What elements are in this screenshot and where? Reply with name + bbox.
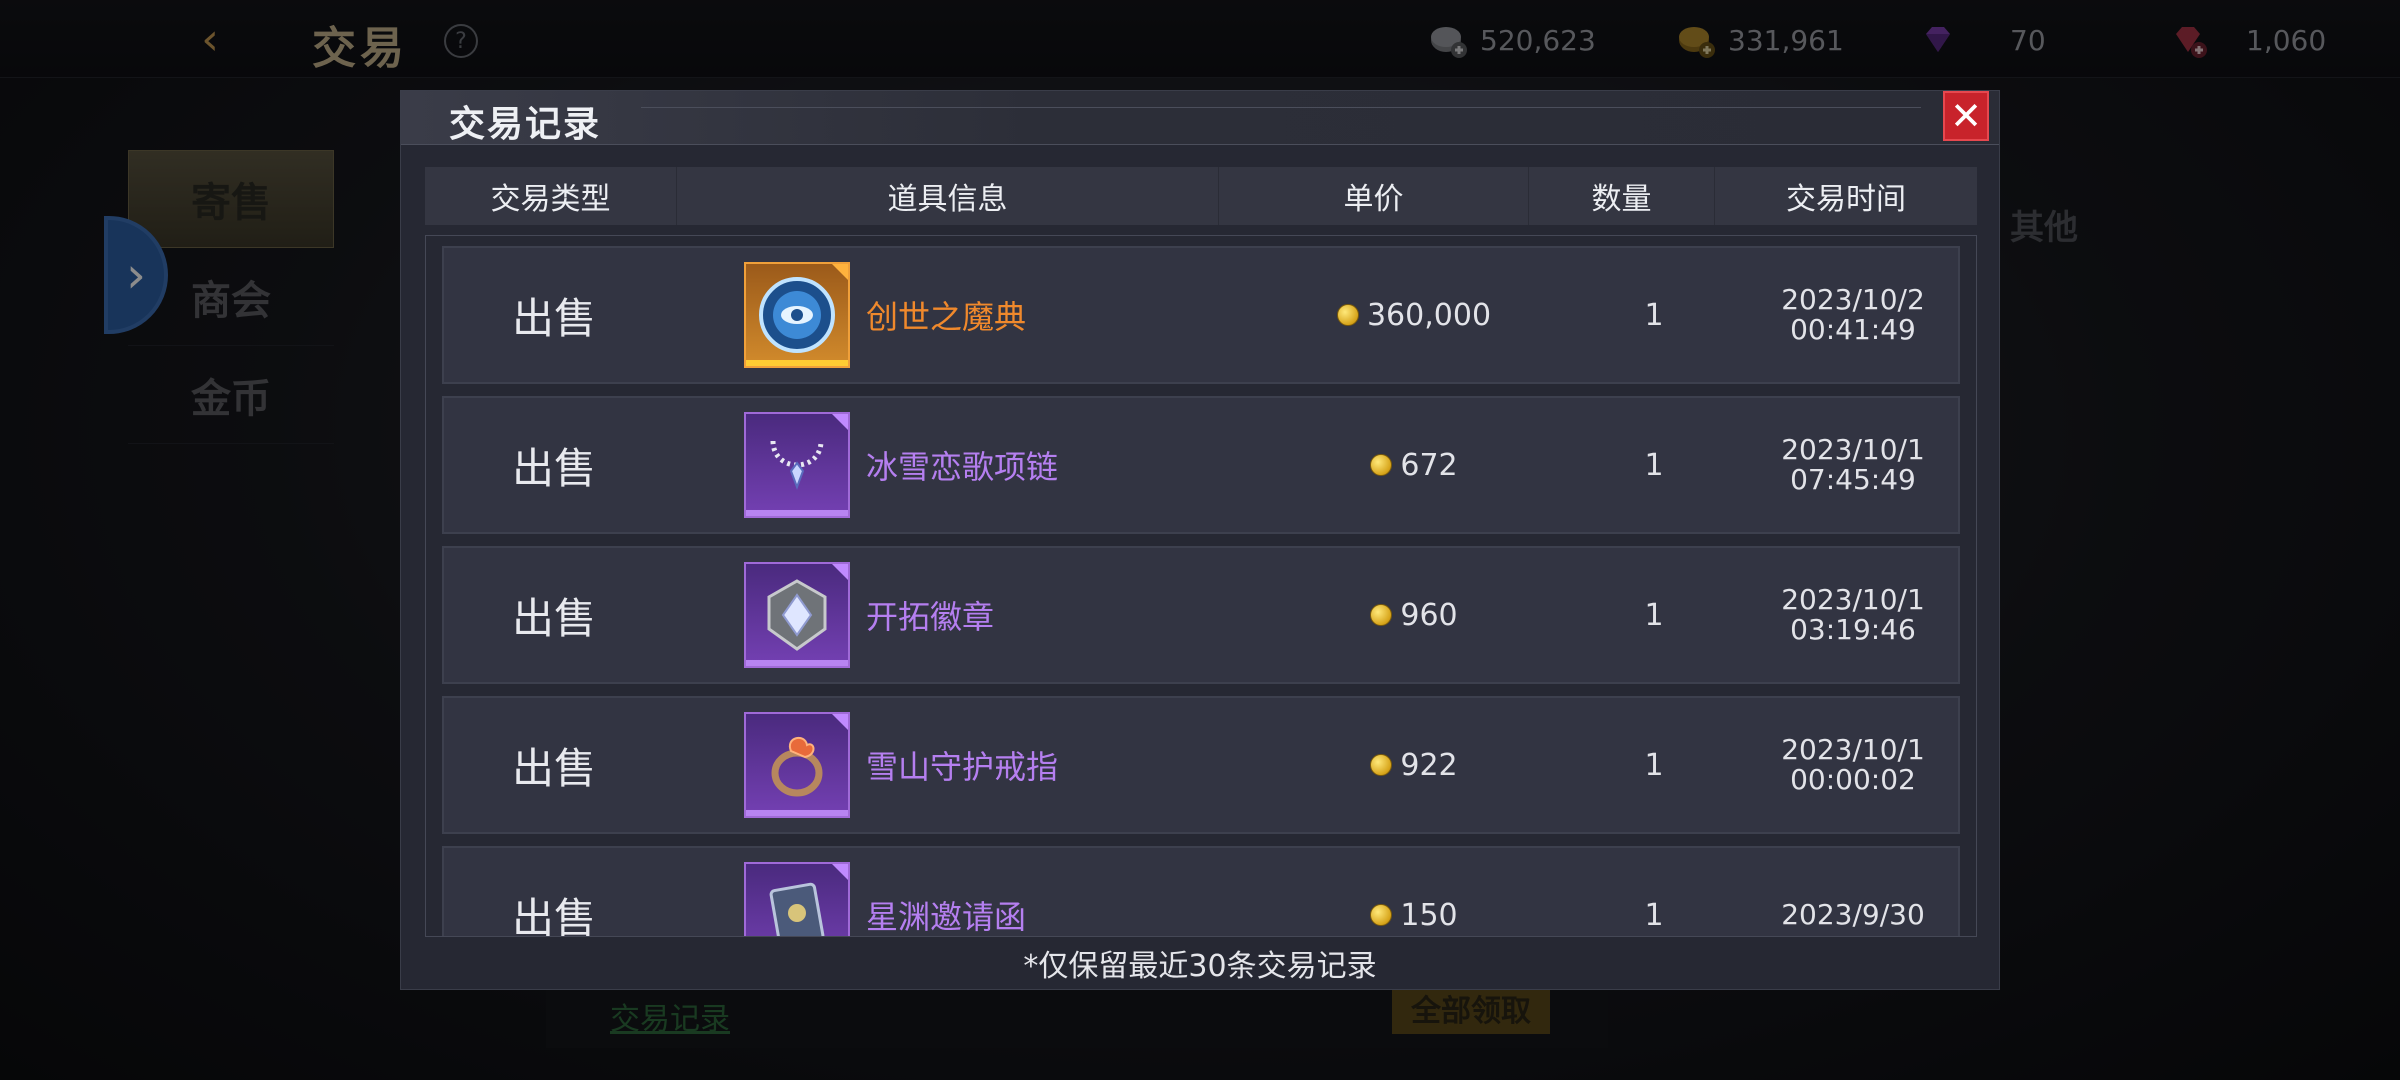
trade-clock: 00:00:02 xyxy=(1790,763,1916,796)
rarity-corner xyxy=(832,564,848,580)
item-info: 开拓徽章 xyxy=(744,548,1264,682)
magic-tome-icon[interactable] xyxy=(744,262,850,368)
trade-type: 出售 xyxy=(511,743,596,793)
table-row: 出售 开拓徽章 960 1 2023/10/1 03:19:46 xyxy=(442,546,1960,684)
modal-header: 交易记录 ✕ xyxy=(401,91,1999,145)
rarity-bar xyxy=(746,360,848,366)
records-list[interactable]: 出售 创世之魔典 360,000 1 2023/10/2 00:41:49 出售… xyxy=(425,235,1977,937)
price-value: 672 xyxy=(1400,447,1458,483)
rarity-corner xyxy=(832,714,848,730)
rarity-corner xyxy=(832,864,848,880)
item-name: 星渊邀请函 xyxy=(866,898,1027,936)
price-value: 150 xyxy=(1400,897,1458,933)
column-header-type: 交易类型 xyxy=(425,167,677,225)
trade-time: 2023/10/2 00:41:49 xyxy=(1744,248,1962,382)
trade-time: 2023/9/30 xyxy=(1744,848,1962,936)
column-header-quantity: 数量 xyxy=(1529,167,1715,225)
modal-title: 交易记录 xyxy=(449,103,602,145)
column-header-price: 单价 xyxy=(1219,167,1529,225)
table-row: 出售 雪山守护戒指 922 1 2023/10/1 00:00:02 xyxy=(442,696,1960,834)
item-name: 冰雪恋歌项链 xyxy=(866,448,1059,486)
trade-type: 出售 xyxy=(511,893,596,937)
table-row: 出售 冰雪恋歌项链 672 1 2023/10/1 07:45:49 xyxy=(442,396,1960,534)
quantity: 1 xyxy=(1644,447,1664,483)
quantity: 1 xyxy=(1644,297,1664,333)
quantity: 1 xyxy=(1644,597,1664,633)
trade-date: 2023/10/1 xyxy=(1781,733,1925,766)
ring-icon[interactable] xyxy=(744,712,850,818)
trade-time: 2023/10/1 07:45:49 xyxy=(1744,398,1962,532)
trade-date: 2023/10/1 xyxy=(1781,583,1925,616)
price-value: 922 xyxy=(1400,747,1458,783)
rarity-corner xyxy=(832,414,848,430)
column-header-item: 道具信息 xyxy=(677,167,1219,225)
column-header-time: 交易时间 xyxy=(1786,182,1906,217)
quantity: 1 xyxy=(1644,747,1664,783)
gold-coin-icon xyxy=(1370,454,1393,476)
necklace-icon[interactable] xyxy=(744,412,850,518)
unit-price: 922 xyxy=(1264,698,1564,832)
trade-type: 出售 xyxy=(511,593,596,643)
trade-clock: 00:41:49 xyxy=(1790,313,1916,346)
price-value: 360,000 xyxy=(1366,297,1492,333)
item-info: 冰雪恋歌项链 xyxy=(744,398,1264,532)
gold-coin-icon xyxy=(1370,904,1393,926)
trade-type: 出售 xyxy=(511,443,596,493)
header-divider xyxy=(641,107,1921,145)
rarity-bar xyxy=(746,660,848,666)
unit-price: 672 xyxy=(1264,398,1564,532)
item-info: 雪山守护戒指 xyxy=(744,698,1264,832)
trade-clock: 03:19:46 xyxy=(1790,613,1916,646)
rarity-bar xyxy=(746,810,848,816)
unit-price: 960 xyxy=(1264,548,1564,682)
trade-time: 2023/10/1 00:00:02 xyxy=(1744,698,1962,832)
table-row: 出售 创世之魔典 360,000 1 2023/10/2 00:41:49 xyxy=(442,246,1960,384)
badge-icon[interactable] xyxy=(744,562,850,668)
unit-price: 360,000 xyxy=(1264,248,1564,382)
trade-clock: 07:45:49 xyxy=(1790,463,1916,496)
rarity-bar xyxy=(746,510,848,516)
trade-history-modal: 交易记录 ✕ 交易类型 道具信息 单价 数量 交易时间 出售 创世之魔典 360… xyxy=(400,90,2000,990)
item-info: 创世之魔典 xyxy=(744,248,1264,382)
trade-date: 2023/10/1 xyxy=(1781,433,1925,466)
close-icon: ✕ xyxy=(1950,94,1982,138)
table-row: 出售 星渊邀请函 150 1 2023/9/30 xyxy=(442,846,1962,937)
item-name: 创世之魔典 xyxy=(866,298,1027,336)
quantity: 1 xyxy=(1644,897,1664,933)
rarity-corner xyxy=(832,264,848,280)
trade-date: 2023/10/2 xyxy=(1781,283,1925,316)
gold-coin-icon xyxy=(1370,604,1393,626)
retention-note: *仅保留最近30条交易记录 xyxy=(1023,949,1377,984)
table-header: 交易类型 道具信息 单价 数量 交易时间 xyxy=(425,167,1977,225)
trade-date: 2023/9/30 xyxy=(1781,898,1925,931)
gold-coin-icon xyxy=(1370,754,1393,776)
trade-time: 2023/10/1 03:19:46 xyxy=(1744,548,1962,682)
gold-coin-icon xyxy=(1336,304,1359,326)
close-button[interactable]: ✕ xyxy=(1943,91,1989,141)
price-value: 960 xyxy=(1400,597,1458,633)
trade-type: 出售 xyxy=(511,293,596,343)
invitation-icon[interactable] xyxy=(744,862,850,936)
unit-price: 150 xyxy=(1264,848,1564,936)
item-name: 雪山守护戒指 xyxy=(866,748,1059,786)
item-info: 星渊邀请函 xyxy=(744,848,1264,936)
item-name: 开拓徽章 xyxy=(866,598,995,636)
